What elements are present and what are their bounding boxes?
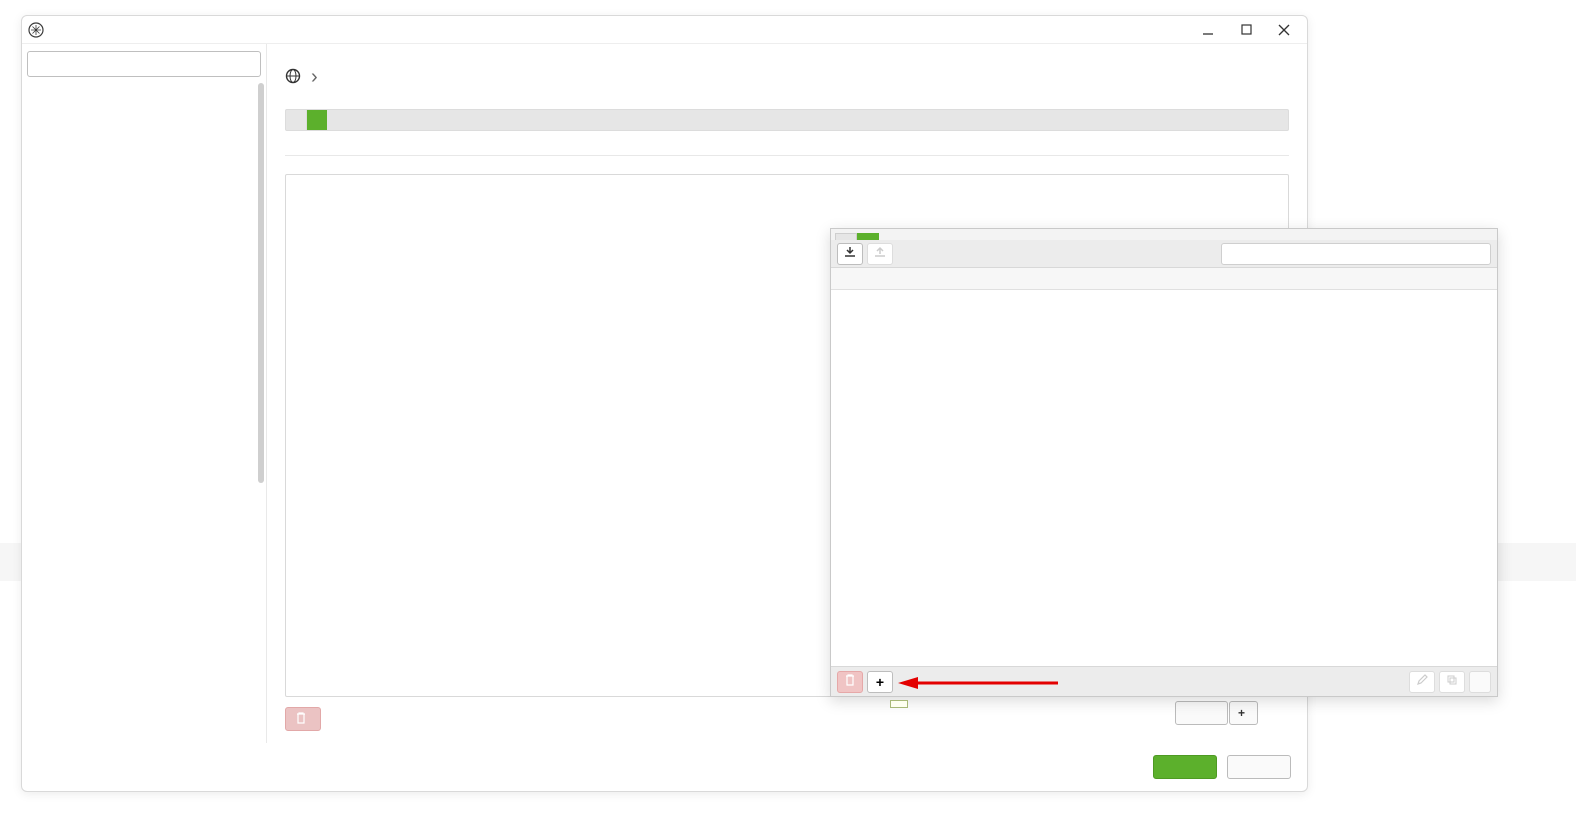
add-preset-button[interactable]: + xyxy=(867,671,893,693)
ok-button[interactable] xyxy=(1153,755,1217,779)
trash-icon xyxy=(845,674,855,689)
preset-tab-user[interactable] xyxy=(857,233,879,240)
sidebar-scrollbar[interactable] xyxy=(256,81,266,743)
preset-table-header xyxy=(831,268,1497,290)
cancel-button[interactable] xyxy=(1227,755,1291,779)
preset-tab-system[interactable] xyxy=(835,233,857,240)
plus-icon: + xyxy=(876,674,884,690)
main-tabs xyxy=(285,109,1289,131)
sidebar xyxy=(22,44,267,743)
insert-preset-button[interactable] xyxy=(1469,671,1491,693)
close-button[interactable] xyxy=(1275,21,1293,39)
preset-toolbar xyxy=(831,240,1497,268)
maximize-button[interactable] xyxy=(1237,21,1255,39)
sidebar-search-input[interactable] xyxy=(27,51,261,77)
upload-icon xyxy=(874,246,886,261)
description-text xyxy=(285,143,1289,156)
delete-all-button[interactable] xyxy=(285,707,321,731)
download-icon xyxy=(844,246,856,261)
sidebar-tree[interactable] xyxy=(22,81,266,743)
add-prompt-button[interactable]: + xyxy=(1229,701,1258,725)
globe-icon xyxy=(285,68,301,87)
tab-prompt-configuration[interactable] xyxy=(307,110,327,130)
titlebar xyxy=(22,16,1307,44)
preset-library-popup: + xyxy=(830,228,1498,697)
import-preset-button[interactable] xyxy=(837,243,863,265)
plus-icon: + xyxy=(1238,706,1245,720)
duplicate-preset-button[interactable] xyxy=(1439,671,1465,693)
tab-account-information[interactable] xyxy=(286,110,307,130)
preset-table-body xyxy=(831,290,1497,666)
app-icon xyxy=(28,22,44,38)
trash-icon xyxy=(296,712,306,727)
minimize-button[interactable] xyxy=(1199,21,1217,39)
delete-preset-button[interactable] xyxy=(837,671,863,693)
pencil-icon xyxy=(1416,674,1428,689)
edit-preset-button[interactable] xyxy=(1409,671,1435,693)
preset-footer: + xyxy=(831,666,1497,696)
copy-icon xyxy=(1446,674,1458,689)
export-preset-button[interactable] xyxy=(867,243,893,265)
add-preset-tooltip xyxy=(890,700,908,708)
breadcrumb: › xyxy=(307,66,322,89)
prompt-library-button[interactable] xyxy=(1175,701,1228,725)
preset-search-input[interactable] xyxy=(1221,243,1491,265)
dialog-footer xyxy=(22,743,1307,791)
